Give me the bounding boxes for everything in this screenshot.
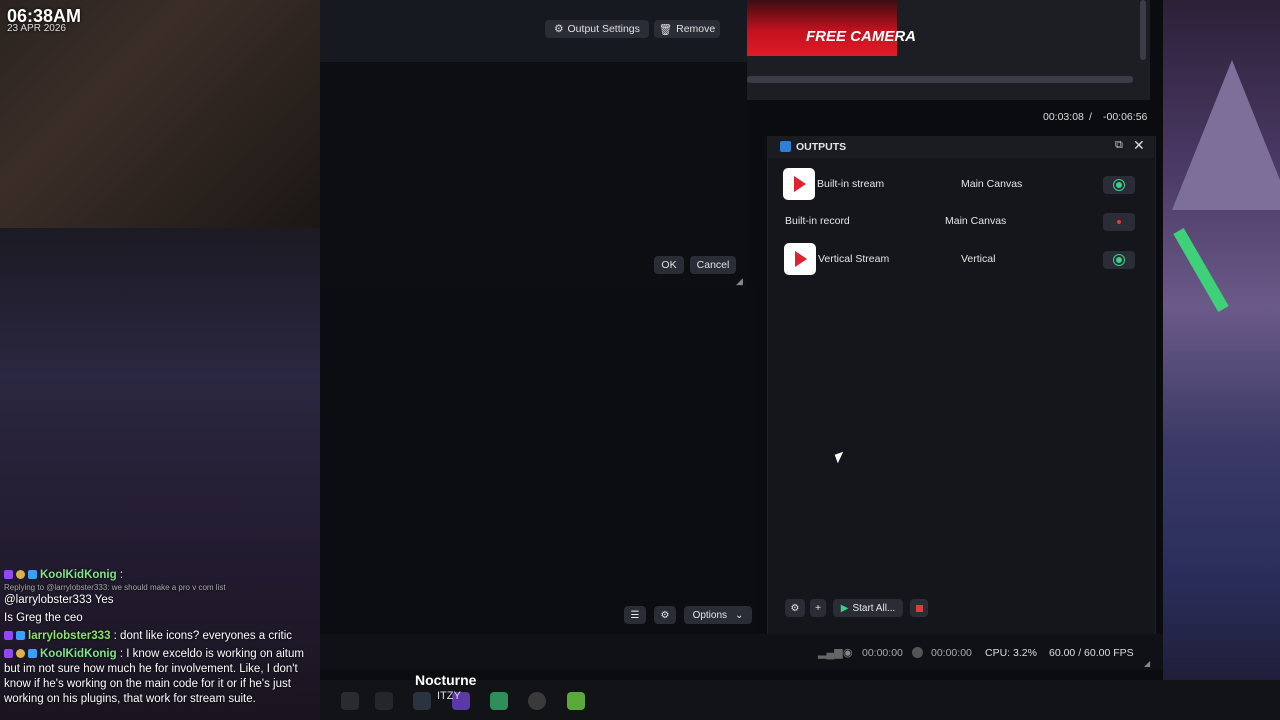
resize-grip-icon[interactable]: ◢ bbox=[1144, 659, 1150, 668]
time-remaining: -00:06:56 bbox=[1103, 111, 1148, 123]
app-icon[interactable] bbox=[490, 692, 508, 710]
webcam-feed-top bbox=[0, 0, 320, 228]
youtube-icon bbox=[784, 243, 816, 275]
chat-reply-note: Replying to @larrylobster333: we should … bbox=[4, 583, 226, 592]
output-canvas: Main Canvas bbox=[961, 178, 1023, 190]
app-icon[interactable] bbox=[375, 692, 393, 710]
preview-banner-text: FREE CAMERA bbox=[806, 28, 917, 45]
output-canvas: Vertical bbox=[961, 253, 996, 265]
obs-icon[interactable] bbox=[528, 692, 546, 710]
gear-icon: ⚙ bbox=[554, 23, 564, 35]
output-settings-label: Output Settings bbox=[567, 23, 640, 35]
options-dropdown[interactable]: Options ⌄ bbox=[684, 606, 752, 624]
app-icon[interactable] bbox=[567, 692, 585, 710]
stop-all-button[interactable] bbox=[910, 599, 928, 617]
now-playing-artist: ITZY bbox=[437, 690, 461, 702]
media-scrubber[interactable] bbox=[747, 76, 1133, 83]
chat-text: Is Greg the ceo bbox=[4, 612, 83, 624]
cancel-button[interactable]: Cancel bbox=[690, 256, 736, 274]
go-live-button[interactable] bbox=[1103, 251, 1135, 269]
record-timer: 00:00:00 bbox=[931, 647, 972, 659]
record-status-icon bbox=[912, 647, 923, 658]
sub-badge-icon bbox=[4, 631, 13, 641]
ok-button[interactable]: OK bbox=[654, 256, 684, 274]
vertical-scrollbar[interactable] bbox=[1140, 0, 1146, 60]
outputs-icon bbox=[780, 141, 791, 152]
chat-username: larrylobster333 bbox=[28, 630, 111, 642]
gear-icon[interactable]: ⚙ bbox=[785, 599, 805, 617]
overlay-date: 23 APR 2026 bbox=[7, 23, 66, 34]
chat-text: @larrylobster333 Yes bbox=[4, 594, 114, 606]
vip-badge-icon bbox=[28, 649, 37, 659]
dock-area bbox=[320, 287, 757, 633]
chat-message: KoolKidKonig : I know exceldo is working… bbox=[4, 647, 320, 707]
youtube-icon bbox=[783, 168, 815, 200]
gear-icon[interactable]: ⚙ bbox=[654, 606, 676, 624]
chat-message: KoolKidKonig : Replying to @larrylobster… bbox=[4, 568, 320, 608]
outputs-panel bbox=[767, 136, 1156, 636]
outputs-title: OUTPUTS bbox=[796, 141, 847, 153]
chat-text: dont like icons? everyones a critic bbox=[116, 630, 292, 642]
game-pyramid bbox=[1172, 60, 1280, 210]
options-label: Options bbox=[692, 609, 728, 621]
sub-badge-icon bbox=[4, 570, 13, 580]
stop-icon bbox=[915, 604, 923, 612]
vip-badge-icon bbox=[28, 570, 37, 580]
output-name: Vertical Stream bbox=[818, 253, 890, 265]
time-separator: / bbox=[1089, 111, 1092, 123]
chat-username: KoolKidKonig bbox=[40, 648, 117, 660]
mod-badge-icon bbox=[16, 649, 25, 659]
start-all-button[interactable]: ▶ Start All... bbox=[833, 599, 903, 617]
app-icon[interactable] bbox=[413, 692, 431, 710]
play-icon: ▶ bbox=[840, 602, 849, 614]
signal-bars-icon: ▂▄▆ bbox=[818, 647, 843, 659]
stream-status-icon: ◉ bbox=[843, 647, 853, 659]
output-canvas: Main Canvas bbox=[945, 215, 1007, 227]
stream-timer: 00:00:00 bbox=[862, 647, 903, 659]
resize-grip-icon[interactable]: ◢ bbox=[736, 276, 743, 287]
cpu-usage: CPU: 3.2% bbox=[985, 647, 1037, 659]
app-icon[interactable] bbox=[341, 692, 359, 710]
now-playing-title: Nocturne bbox=[415, 672, 477, 688]
trash-icon: 🗑 bbox=[658, 23, 673, 36]
time-elapsed: 00:03:08 bbox=[1043, 111, 1084, 123]
remove-button[interactable]: 🗑 Remove bbox=[654, 20, 720, 38]
output-name: Built-in stream bbox=[817, 178, 885, 190]
start-all-label: Start All... bbox=[852, 602, 896, 614]
fps-readout: 60.00 / 60.00 FPS bbox=[1049, 647, 1134, 659]
chat-message: larrylobster333 : dont like icons? every… bbox=[4, 629, 320, 644]
add-icon[interactable]: + bbox=[810, 599, 826, 617]
output-settings-button[interactable]: ⚙ Output Settings bbox=[545, 20, 649, 38]
float-dock-icon[interactable]: ⧉ bbox=[1115, 139, 1123, 152]
go-live-button[interactable] bbox=[1103, 176, 1135, 194]
chat-username: KoolKidKonig bbox=[40, 569, 117, 581]
close-icon[interactable]: ✕ bbox=[1133, 137, 1145, 154]
chat-overlay: KoolKidKonig : Replying to @larrylobster… bbox=[4, 568, 320, 710]
remove-label: Remove bbox=[676, 23, 716, 35]
vip-badge-icon bbox=[16, 631, 25, 641]
record-button[interactable] bbox=[1103, 213, 1135, 231]
chat-message: Is Greg the ceo bbox=[4, 611, 320, 626]
chevron-down-icon: ⌄ bbox=[735, 609, 744, 621]
filters-icon[interactable]: ☰ bbox=[624, 606, 646, 624]
sub-badge-icon bbox=[4, 649, 13, 659]
mod-badge-icon bbox=[16, 570, 25, 580]
output-name: Built-in record bbox=[785, 215, 850, 227]
chat-separator: : bbox=[116, 569, 124, 581]
